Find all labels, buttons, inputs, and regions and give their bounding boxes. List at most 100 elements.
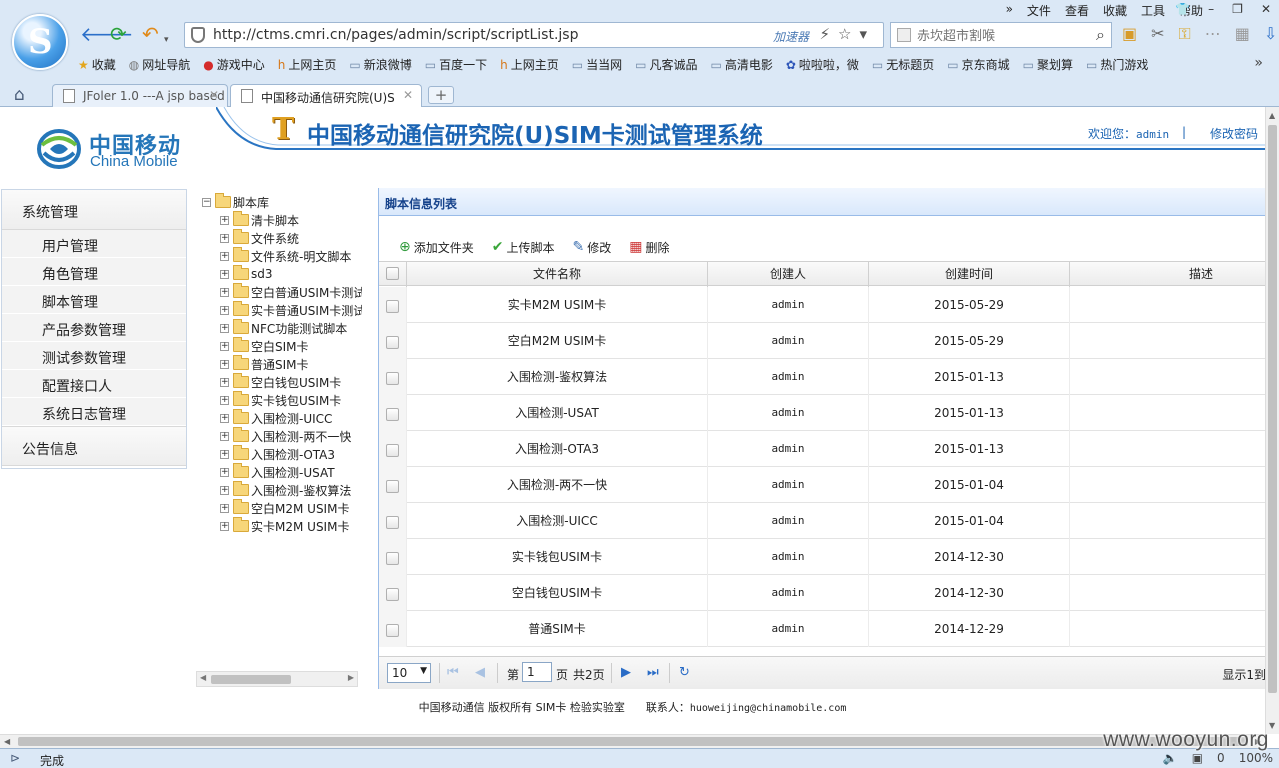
tree-node[interactable]: + 空白普通USIM卡测试 [220,283,362,301]
horizontal-scrollbar[interactable]: ◀ ▶ [0,734,1265,748]
delete-button[interactable]: ▦ 删除 [629,234,669,260]
table-row[interactable]: 入围检测-UICC admin 2015-01-04 [379,503,1265,539]
expand-icon[interactable]: + [220,287,229,297]
last-page-icon[interactable]: ⏭ [647,665,659,680]
bookmark-item[interactable]: h 上网主页 [500,56,559,73]
star-icon[interactable]: ☆ [838,25,859,43]
tree-node[interactable]: + 入围检测-UICC [220,409,332,427]
status-icon[interactable]: ⊳ [10,751,20,765]
row-checkbox[interactable] [386,444,399,457]
bookmark-item[interactable]: ▭ 凡客诚品 [635,56,697,73]
menu-tools[interactable]: 工具 [1141,2,1165,19]
bookmark-item[interactable]: ★ 收藏 [78,56,116,73]
expand-icon[interactable]: + [220,323,229,333]
table-row[interactable]: 入围检测-鉴权算法 admin 2015-01-13 [379,359,1265,395]
tree-node[interactable]: + 文件系统-明文脚本 [220,247,351,265]
table-row[interactable]: 空白M2M USIM卡 admin 2015-05-29 [379,323,1265,359]
tree-node[interactable]: + sd3 [220,265,273,283]
tree-root[interactable]: − 脚本库 [202,193,269,211]
scroll-right-icon[interactable]: ▶ [348,673,354,682]
expand-icon[interactable]: + [220,305,229,315]
expand-icon[interactable]: + [220,485,229,495]
menu-file[interactable]: 文件 [1027,2,1051,19]
table-row[interactable]: 实卡M2M USIM卡 admin 2015-05-29 [379,287,1265,323]
bookmark-item[interactable]: ▭ 百度一下 [425,56,487,73]
expand-icon[interactable]: + [220,359,229,369]
restore-button[interactable]: ❐ [1232,2,1243,16]
close-tab-icon[interactable]: ✕ [209,88,219,102]
menu-view[interactable]: 查看 [1065,2,1089,19]
accelerator-label[interactable]: 加速器 [773,28,809,45]
window-icon[interactable]: ▣ [1192,751,1203,765]
expand-icon[interactable]: + [220,215,229,225]
tree-node[interactable]: + 文件系统 [220,229,299,247]
tree-scrollbar[interactable]: ◀ ▶ [196,671,358,687]
menu-favorites[interactable]: 收藏 [1103,2,1127,19]
address-url[interactable]: http://ctms.cmri.cn/pages/admin/script/s… [213,27,578,43]
bookmark-item[interactable]: ▭ 聚划算 [1023,56,1073,73]
vertical-scrollbar[interactable]: ▲ ▼ [1265,107,1279,734]
bookmark-item[interactable]: ● 游戏中心 [203,56,265,73]
prev-page-icon[interactable]: ◀ [475,665,485,680]
tree-node[interactable]: + 空白M2M USIM卡 [220,499,349,517]
tree-node[interactable]: + 实卡普通USIM卡测试 [220,301,362,319]
tree-node[interactable]: + 实卡M2M USIM卡 [220,517,349,535]
bookmark-item[interactable]: ▭ 无标题页 [872,56,934,73]
expand-icon[interactable]: + [220,233,229,243]
tree-node[interactable]: + 普通SIM卡 [220,355,309,373]
tree-node[interactable]: + 清卡脚本 [220,211,299,229]
more-icon[interactable]: ⋯ [1205,24,1221,44]
menu-more-icon[interactable]: » [1006,2,1013,19]
scroll-thumb[interactable] [18,737,1248,746]
home-icon[interactable]: ⌂ [14,85,25,105]
tree-node[interactable]: + NFC功能测试脚本 [220,319,347,337]
lightning-icon[interactable]: ⚡ [819,25,838,43]
bookmark-item[interactable]: ▭ 当当网 [572,56,622,73]
search-box[interactable]: ⌕ [890,22,1112,48]
row-checkbox[interactable] [386,624,399,637]
table-row[interactable]: 入围检测-OTA3 admin 2015-01-13 [379,431,1265,467]
row-checkbox[interactable] [386,300,399,313]
menu-item-product-params[interactable]: 产品参数管理 [2,314,186,342]
zoom-level[interactable]: 100% [1239,751,1273,765]
tree-node[interactable]: + 入围检测-鉴权算法 [220,481,351,499]
skin-icon[interactable]: 👕 [1175,2,1190,16]
current-page-input[interactable]: 1 [522,662,552,682]
scroll-left-icon[interactable]: ◀ [4,737,10,746]
expand-icon[interactable]: + [220,269,229,279]
change-password-link[interactable]: 修改密码 [1210,125,1258,142]
expand-icon[interactable]: + [220,449,229,459]
expand-icon[interactable]: + [220,503,229,513]
scroll-up-icon[interactable]: ▲ [1269,111,1275,120]
row-checkbox[interactable] [386,588,399,601]
table-row[interactable]: 入围检测-USAT admin 2015-01-13 [379,395,1265,431]
extension-icon[interactable]: ▣ [1122,24,1137,44]
bookmark-item[interactable]: ✿ 啦啦啦，微 [786,56,859,73]
table-row[interactable]: 空白钱包USIM卡 admin 2014-12-30 [379,575,1265,611]
table-row[interactable]: 普通SIM卡 admin 2014-12-29 [379,611,1265,647]
scroll-thumb[interactable] [211,675,291,684]
row-checkbox[interactable] [386,372,399,385]
search-input[interactable] [917,26,1082,44]
expand-icon[interactable]: + [220,251,229,261]
bookmark-item[interactable]: ▭ 高清电影 [710,56,772,73]
menu-item-test-params[interactable]: 测试参数管理 [2,342,186,370]
first-page-icon[interactable]: ⏮ [447,665,459,680]
tree-node[interactable]: + 实卡钱包USIM卡 [220,391,341,409]
menu-item-roles[interactable]: 角色管理 [2,258,186,286]
chevron-down-icon[interactable]: ▾ [859,25,875,43]
undo-dropdown-icon[interactable]: ▾ [164,30,169,50]
bookmark-item[interactable]: ▭ 京东商城 [947,56,1009,73]
row-checkbox[interactable] [386,336,399,349]
row-checkbox[interactable] [386,516,399,529]
close-window-button[interactable]: ✕ [1261,2,1271,16]
page-size-select[interactable]: 10 ▼ [387,663,431,683]
expand-icon[interactable]: + [220,395,229,405]
tree-node[interactable]: + 空白SIM卡 [220,337,309,355]
close-tab-icon[interactable]: ✕ [403,88,413,102]
row-checkbox[interactable] [386,408,399,421]
menu-item-users[interactable]: 用户管理 [2,230,186,258]
bookmarks-more-icon[interactable]: » [1254,55,1263,71]
download-icon[interactable]: ⇩ [1264,24,1277,44]
search-icon[interactable]: ⌕ [1096,25,1105,45]
